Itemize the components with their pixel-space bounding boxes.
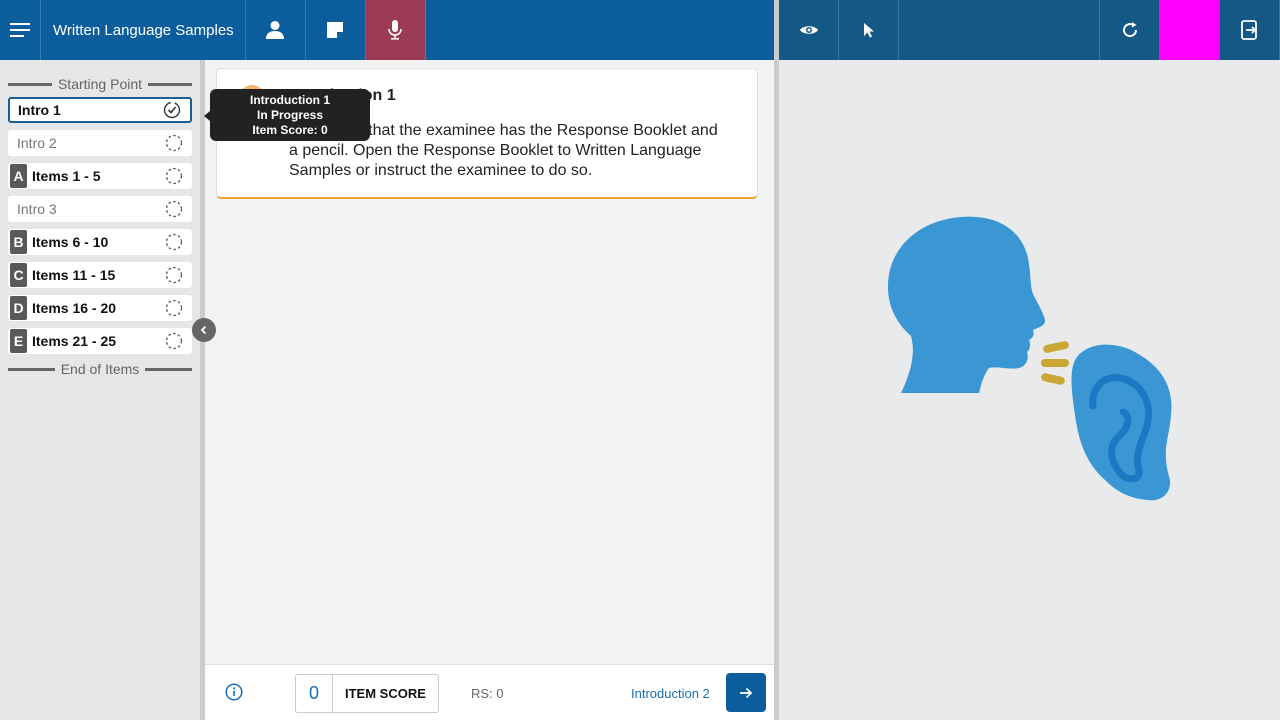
microphone-icon — [388, 20, 402, 40]
note-icon — [327, 22, 344, 38]
sidebar-item-block-d[interactable]: D Items 16 - 20 — [8, 295, 192, 321]
block-letter: A — [10, 164, 27, 188]
not-started-icon — [165, 233, 183, 251]
item-status-tooltip: Introduction 1 In Progress Item Score: 0 — [204, 89, 370, 141]
in-progress-icon — [163, 101, 181, 119]
examinee-button[interactable] — [246, 0, 306, 60]
sidebar-item-label: Intro 2 — [17, 135, 57, 151]
tooltip-status: In Progress — [256, 107, 324, 122]
item-score-value[interactable]: 0 — [296, 675, 333, 712]
block-letter: E — [10, 329, 27, 353]
sidebar-item-label: Items 16 - 20 — [32, 300, 117, 316]
app-title: Written Language Samples — [41, 0, 246, 60]
menu-button[interactable] — [0, 0, 41, 60]
notes-button[interactable] — [306, 0, 366, 60]
menu-icon — [10, 23, 30, 37]
starting-point-separator: Starting Point — [8, 76, 192, 92]
arrow-right-icon — [740, 687, 753, 698]
eye-icon — [799, 26, 818, 34]
top-toolbar: Written Language Samples — [0, 0, 774, 60]
next-button[interactable] — [726, 673, 766, 712]
pointer-button[interactable] — [839, 0, 899, 60]
exit-icon — [1240, 20, 1257, 40]
sidebar-item-label: Intro 1 — [18, 102, 61, 118]
next-item-label[interactable]: Introduction 2 — [631, 686, 710, 701]
view-button[interactable] — [779, 0, 839, 60]
scoring-footer: 0 ITEM SCORE RS: 0 Introduction 2 — [205, 664, 774, 720]
examinee-toolbar — [779, 0, 1280, 60]
end-of-items-label: End of Items — [60, 361, 140, 377]
item-score-field[interactable]: 0 ITEM SCORE — [295, 674, 439, 713]
sidebar-item-label: Items 6 - 10 — [32, 234, 109, 250]
sound-wave-2 — [1041, 359, 1069, 367]
sidebar-item-intro-1[interactable]: Intro 1 — [8, 97, 192, 123]
end-of-items-separator: End of Items — [8, 361, 192, 377]
exit-button[interactable] — [1220, 0, 1280, 60]
sound-wave-3 — [1041, 373, 1065, 385]
microphone-button[interactable] — [365, 0, 426, 60]
head-silhouette — [887, 216, 1046, 393]
not-started-icon — [165, 200, 183, 218]
not-started-icon — [165, 332, 183, 350]
sidebar-item-block-b[interactable]: B Items 6 - 10 — [8, 229, 192, 255]
color-indicator[interactable] — [1160, 0, 1220, 60]
chevron-left-icon — [200, 325, 207, 335]
not-started-icon — [165, 299, 183, 317]
tooltip-item-name: Introduction 1 — [250, 92, 330, 107]
not-started-icon — [165, 134, 183, 152]
speaking-listening-illustration — [887, 216, 1172, 501]
sidebar-item-label: Items 1 - 5 — [32, 168, 101, 184]
item-navigation-sidebar: Starting Point Intro 1 Intro 2 A Items 1… — [0, 60, 205, 720]
sidebar-item-label: Items 11 - 15 — [32, 267, 116, 283]
not-started-icon — [165, 266, 183, 284]
sidebar-item-label: Intro 3 — [17, 201, 57, 217]
sidebar-item-block-a[interactable]: A Items 1 - 5 — [8, 163, 192, 189]
starting-point-label: Starting Point — [57, 76, 143, 92]
refresh-button[interactable] — [1100, 0, 1160, 60]
not-started-icon — [165, 167, 183, 185]
pointer-icon — [863, 23, 874, 38]
raw-score: RS: 0 — [471, 686, 504, 701]
block-letter: C — [10, 263, 27, 287]
sidebar-item-label: Items 21 - 25 — [32, 333, 117, 349]
sound-wave-1 — [1043, 341, 1069, 353]
tooltip-item-score: Item Score: 0 — [252, 122, 328, 137]
info-icon[interactable] — [225, 683, 243, 701]
examinee-view-panel — [779, 60, 1280, 720]
sidebar-item-block-c[interactable]: C Items 11 - 15 — [8, 262, 192, 288]
toolbar-spacer — [899, 0, 1100, 60]
item-content-area: Introduction 1 Make sure that the examin… — [205, 60, 774, 664]
collapse-sidebar-button[interactable] — [192, 318, 216, 342]
refresh-icon — [1122, 22, 1137, 38]
sidebar-item-intro-2[interactable]: Intro 2 — [8, 130, 192, 156]
sidebar-item-block-e[interactable]: E Items 21 - 25 — [8, 328, 192, 354]
person-icon — [266, 21, 285, 39]
block-letter: B — [10, 230, 27, 254]
block-letter: D — [10, 296, 27, 320]
sidebar-item-intro-3[interactable]: Intro 3 — [8, 196, 192, 222]
item-score-label: ITEM SCORE — [345, 686, 426, 701]
